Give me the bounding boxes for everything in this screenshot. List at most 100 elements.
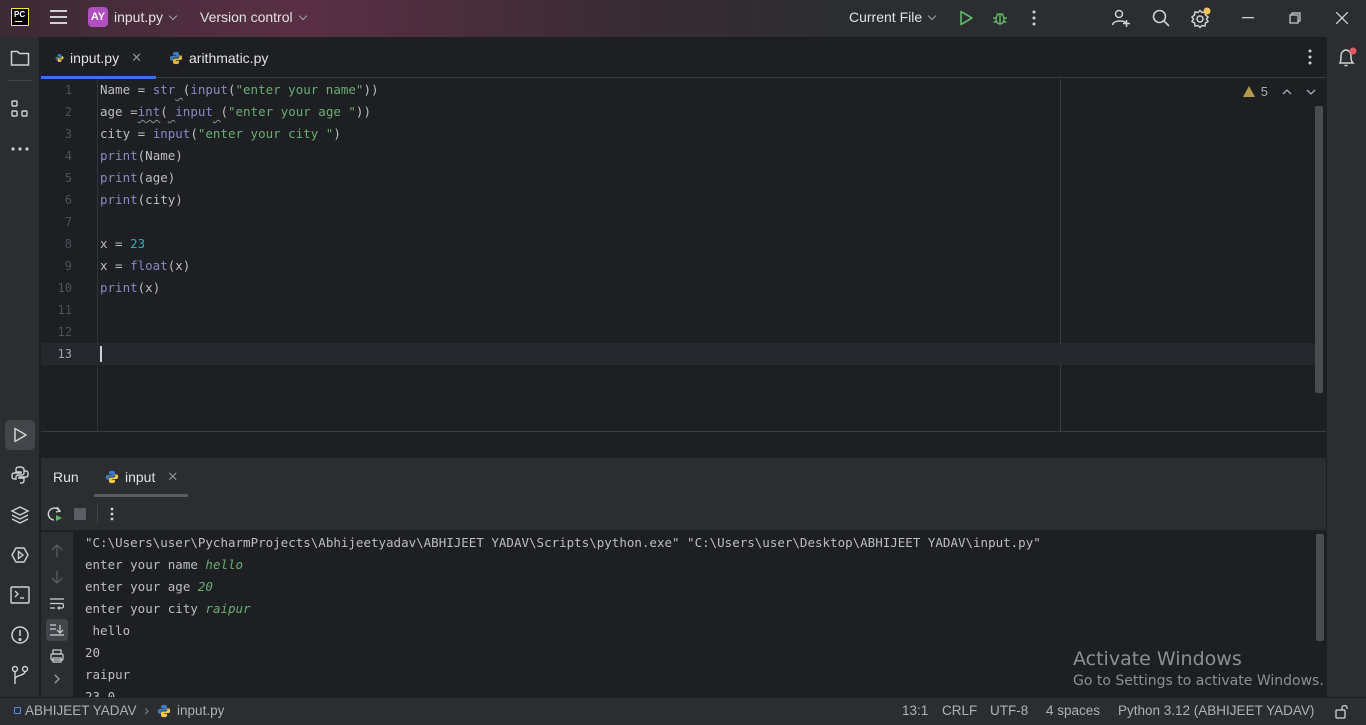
more-options-icon[interactable]	[101, 503, 123, 525]
python-file-icon	[157, 704, 171, 717]
scroll-up-icon[interactable]	[46, 540, 68, 562]
code-line: 2 age =int( input ("enter your age "))	[41, 101, 1319, 123]
line-number: 8	[64, 237, 72, 251]
line-number: 10	[57, 281, 72, 295]
line-number: 4	[64, 149, 72, 163]
layers-icon[interactable]	[8, 503, 32, 527]
problems-icon[interactable]	[8, 623, 32, 647]
project-folder-icon[interactable]	[8, 46, 32, 70]
breadcrumb-file[interactable]: input.py	[177, 703, 224, 718]
scroll-to-end-icon[interactable]	[46, 619, 68, 641]
terminal-icon[interactable]	[8, 583, 32, 607]
inspections-widget[interactable]: 5	[1242, 84, 1316, 99]
tab-label: arithmatic.py	[189, 49, 269, 66]
version-control-menu[interactable]: Version control	[200, 9, 307, 25]
warning-icon	[1242, 86, 1255, 97]
run-tab-input[interactable]: input ✕	[105, 469, 178, 485]
module-icon	[14, 707, 21, 714]
run-icon[interactable]	[954, 6, 978, 30]
run-tool-icon[interactable]	[5, 420, 35, 450]
console-scrollbar[interactable]	[1316, 534, 1324, 641]
code-text: print(city)	[100, 192, 183, 207]
toolstrip-divider	[8, 80, 32, 81]
code-line: 1 Name = str (input("enter your name"))	[41, 79, 1319, 101]
console-output-line: hello	[85, 623, 131, 638]
code-text: x = 23	[100, 236, 146, 251]
stop-icon[interactable]	[69, 503, 91, 525]
project-badge[interactable]: AY	[88, 7, 108, 27]
line-number: 11	[57, 303, 72, 317]
tab-options-icon[interactable]	[1308, 49, 1312, 65]
indent-setting[interactable]: 4 spaces	[1046, 703, 1100, 718]
chevron-down-icon	[298, 11, 307, 21]
tab-arithmatic-py[interactable]: arithmatic.py	[169, 37, 268, 78]
python-file-icon	[55, 53, 64, 62]
line-number: 5	[64, 171, 72, 185]
previous-highlight-icon[interactable]	[1282, 88, 1292, 95]
line-separator[interactable]: CRLF	[942, 703, 977, 718]
status-bar: ABHIJEET YADAV › input.py 13:1 CRLF UTF-…	[0, 697, 1366, 725]
debug-icon[interactable]	[988, 6, 1012, 30]
line-number: 7	[64, 215, 72, 229]
python-file-icon	[105, 470, 119, 484]
line-number: 9	[64, 259, 72, 273]
right-tool-strip	[1326, 37, 1366, 697]
console-side-toolbar	[41, 532, 73, 697]
title-bar: PC AY input.py Version control Current F…	[0, 0, 1366, 37]
services-icon[interactable]	[8, 543, 32, 567]
run-panel-title: Run	[53, 469, 79, 485]
run-config-label: Current File	[849, 9, 923, 25]
git-icon[interactable]	[8, 663, 32, 687]
scroll-down-icon[interactable]	[46, 566, 68, 588]
print-icon[interactable]	[46, 645, 68, 667]
editor-tab-bar: input.py ✕ arithmatic.py	[41, 37, 1326, 79]
code-line: 12	[41, 321, 1319, 343]
console-command-line: "C:\Users\user\PycharmProjects\Abhijeety…	[85, 535, 1041, 550]
caret-position[interactable]: 13:1	[902, 703, 928, 718]
code-text: Name = str (input("enter your name"))	[100, 82, 379, 97]
current-code-line: 13	[41, 343, 1319, 365]
more-tools-icon[interactable]	[8, 137, 32, 161]
restore-icon[interactable]	[1283, 6, 1307, 30]
next-highlight-icon[interactable]	[1306, 89, 1316, 95]
tab-input-py[interactable]: input.py ✕	[41, 37, 156, 79]
editor-scrollbar[interactable]	[1315, 106, 1323, 393]
breadcrumb-project[interactable]: ABHIJEET YADAV	[25, 703, 137, 718]
python-console-icon[interactable]	[8, 463, 32, 487]
more-actions-icon[interactable]	[1022, 6, 1046, 30]
text-caret	[100, 346, 102, 362]
close-tab-icon[interactable]: ✕	[131, 50, 142, 66]
add-user-icon[interactable]	[1109, 6, 1133, 30]
code-text: print(Name)	[100, 148, 183, 163]
main-menu-icon[interactable]	[50, 10, 67, 24]
code-editor[interactable]: 1 Name = str (input("enter your name")) 2…	[41, 79, 1326, 431]
run-configuration-selector[interactable]: Current File	[849, 9, 937, 25]
close-run-tab-icon[interactable]: ✕	[167, 469, 178, 485]
close-window-icon[interactable]	[1330, 6, 1354, 30]
project-name: input.py	[114, 9, 164, 25]
line-number: 13	[57, 347, 72, 361]
python-interpreter[interactable]: Python 3.12 (ABHIJEET YADAV)	[1118, 703, 1314, 718]
run-tab-label: input	[125, 469, 156, 485]
project-selector[interactable]: input.py	[114, 9, 178, 25]
chevron-down-icon	[168, 11, 178, 21]
console-output-line: raipur	[85, 667, 131, 682]
file-encoding[interactable]: UTF-8	[990, 703, 1028, 718]
structure-icon[interactable]	[8, 97, 32, 121]
search-icon[interactable]	[1149, 6, 1173, 30]
soft-wrap-icon[interactable]	[46, 593, 68, 615]
rerun-icon[interactable]	[44, 503, 66, 525]
minimize-icon[interactable]	[1236, 6, 1260, 30]
breadcrumb: ABHIJEET YADAV › input.py	[14, 703, 224, 718]
breadcrumb-separator-icon: ›	[144, 703, 150, 718]
code-line: 9 x = float(x)	[41, 255, 1319, 277]
console-output-line: 23.0	[85, 689, 116, 697]
code-line: 3 city = input("enter your city ")	[41, 123, 1319, 145]
expand-icon[interactable]	[46, 668, 68, 690]
code-line: 10 print(x)	[41, 277, 1319, 299]
settings-icon[interactable]	[1189, 6, 1213, 30]
toolbar-divider	[97, 505, 98, 523]
read-only-lock-icon[interactable]	[1335, 704, 1349, 722]
notifications-icon[interactable]	[1335, 46, 1359, 70]
panel-splitter[interactable]	[41, 431, 1326, 457]
